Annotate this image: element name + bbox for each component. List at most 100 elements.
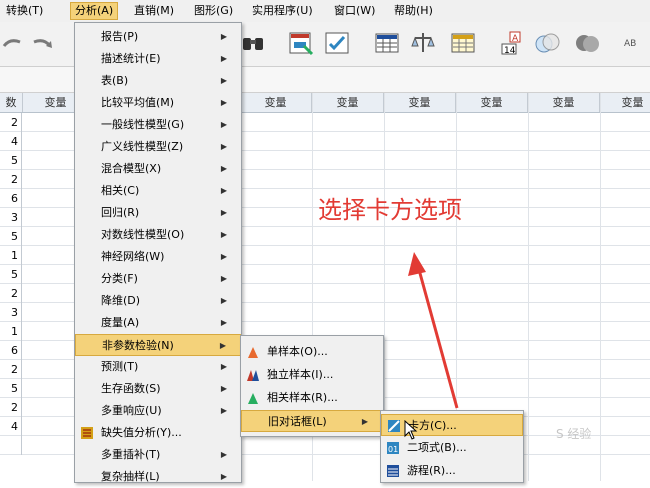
table-cell[interactable]: 3 [0,208,22,227]
analyze-menu-item[interactable]: 多重响应(U) ▶ [75,400,241,422]
table-cell[interactable]: 1 [0,246,22,265]
submenu-arrow-icon: ▶ [220,384,227,393]
menu-item-label: 对数线性模型(O) [101,228,185,241]
use-variable-sets-icon[interactable] [534,30,560,56]
analyze-menu-item[interactable]: 描述统计(E) ▶ [75,48,241,70]
table-cell[interactable]: 4 [0,132,22,151]
menu-item-label: 游程(R)... [407,464,456,477]
menu-item-label: 分类(F) [101,272,138,285]
table-cell[interactable]: 6 [0,189,22,208]
menu-item-runs[interactable]: 游程(R)... [381,460,523,482]
table-cell[interactable] [0,436,22,455]
analyze-menu-item[interactable]: 非参数检验(N) ▶ [75,334,241,356]
submenu-arrow-icon: ▶ [220,274,227,283]
submenu-arrow-icon: ▶ [220,32,227,41]
menu-direct-marketing[interactable]: 直销(M) [130,3,178,19]
menu-transform[interactable]: 转换(T) [2,3,47,19]
analyze-menu-item[interactable]: 生存函数(S) ▶ [75,378,241,400]
table-cell[interactable]: 5 [0,379,22,398]
analyze-menu-item[interactable]: 混合模型(X) ▶ [75,158,241,180]
table-cell[interactable]: 5 [0,151,22,170]
menu-item-binomial[interactable]: 01 二项式(B)... [381,437,523,459]
select-cases-icon[interactable] [324,30,350,56]
value-labels-icon[interactable]: A 14 [498,30,524,56]
analyze-menu-item[interactable]: 降维(D) ▶ [75,290,241,312]
submenu-arrow-icon: ▶ [220,208,227,217]
menu-item-one-sample[interactable]: 单样本(O)... [241,341,383,363]
column-header-var[interactable]: 变量 [456,93,528,112]
table-cell[interactable]: 2 [0,284,22,303]
svg-text:14: 14 [504,46,516,56]
table-cell[interactable]: 5 [0,227,22,246]
analyze-menu-item[interactable]: 对数线性模型(O) ▶ [75,224,241,246]
table-cell[interactable]: 2 [0,113,22,132]
menu-help[interactable]: 帮助(H) [390,3,437,19]
analyze-menu-item[interactable]: 缺失值分析(Y)... [75,422,241,444]
menu-item-label: 相关样本(R)... [267,391,338,404]
analyze-menu-item[interactable]: 回归(R) ▶ [75,202,241,224]
analyze-menu-item[interactable]: 度量(A) ▶ [75,312,241,334]
menu-item-independent-samples[interactable]: 独立样本(I)... [241,364,383,386]
analyze-menu-item[interactable]: 相关(C) ▶ [75,180,241,202]
analyze-menu-item[interactable]: 多重插补(T) ▶ [75,444,241,466]
menu-item-related-samples[interactable]: 相关样本(R)... [241,387,383,409]
one-sample-icon [248,347,258,358]
menu-item-label: 一般线性模型(G) [101,118,185,131]
weight-cases-icon[interactable] [410,30,436,56]
table-cell[interactable]: 3 [0,303,22,322]
analyze-menu: 报告(P) ▶ 描述统计(E) ▶ 表(B) ▶ 比较平均值(M) ▶ 一般线性模型(G) ▶ 广义… [74,22,242,483]
independent-samples-icon [247,370,259,381]
analyze-menu-item[interactable]: 广义线性模型(Z) ▶ [75,136,241,158]
menu-item-label: 旧对话框(L) [268,415,327,428]
column-header-left: 数 [0,93,23,112]
analyze-menu-item[interactable]: 一般线性模型(G) ▶ [75,114,241,136]
table-cell[interactable]: 4 [0,417,22,436]
menu-item-label: 多重响应(U) [101,404,162,417]
insert-cases-icon[interactable] [288,30,314,56]
menu-analyze[interactable]: 分析(A) [70,2,119,20]
find-binoculars-icon[interactable] [240,30,266,56]
menu-item-label: 多重插补(T) [101,448,161,461]
mouse-pointer-icon [404,420,418,440]
submenu-arrow-icon: ▶ [220,296,227,305]
submenu-arrow-icon: ▶ [220,120,227,129]
submenu-arrow-icon: ▶ [220,98,227,107]
svg-text:01: 01 [388,445,398,454]
column-header-var[interactable]: 变量 [240,93,312,112]
analyze-menu-item[interactable]: 预测(T) ▶ [75,356,241,378]
analyze-menu-item[interactable]: 复杂抽样(L) ▶ [75,466,241,488]
analyze-menu-item[interactable]: 表(B) ▶ [75,70,241,92]
watermark: S 经验 [556,427,592,441]
submenu-arrow-icon: ▶ [220,450,227,459]
column-header-var[interactable]: 变量 [600,93,650,112]
menu-utilities[interactable]: 实用程序(U) [248,3,317,19]
table-cell[interactable]: 1 [0,322,22,341]
menu-item-label: 非参数检验(N) [102,339,174,352]
menu-item-label: 独立样本(I)... [267,368,334,381]
table-cell[interactable]: 2 [0,170,22,189]
menu-graphs[interactable]: 图形(G) [190,3,237,19]
menu-item-legacy-dialogs[interactable]: 旧对话框(L) ▶ [241,410,383,432]
column-header-var[interactable]: 变量 [528,93,600,112]
column-header-var[interactable]: 变量 [384,93,456,112]
nonparametric-submenu: 单样本(O)... 独立样本(I)... 相关样本(R)... 旧对话框(L) … [240,335,384,437]
redo-icon[interactable] [30,30,56,56]
analyze-menu-item[interactable]: 神经网络(W) ▶ [75,246,241,268]
table-cell[interactable]: 5 [0,265,22,284]
annotation-arrow-icon [408,252,459,409]
table-cell[interactable]: 6 [0,341,22,360]
column-header-var[interactable]: 变量 [312,93,384,112]
data-view-icon[interactable] [374,30,400,56]
menu-window[interactable]: 窗口(W) [330,3,379,19]
annotation-text: 选择卡方选项 [318,196,462,224]
undo-icon[interactable] [0,30,26,56]
table-cell[interactable]: 2 [0,360,22,379]
menu-item-label: 二项式(B)... [407,441,467,454]
analyze-menu-item[interactable]: 比较平均值(M) ▶ [75,92,241,114]
show-all-variables-icon[interactable] [574,30,600,56]
table-cell[interactable]: 2 [0,398,22,417]
spell-check-icon[interactable]: AB [622,30,648,56]
analyze-menu-item[interactable]: 分类(F) ▶ [75,268,241,290]
split-file-icon[interactable] [450,30,476,56]
analyze-menu-item[interactable]: 报告(P) ▶ [75,26,241,48]
